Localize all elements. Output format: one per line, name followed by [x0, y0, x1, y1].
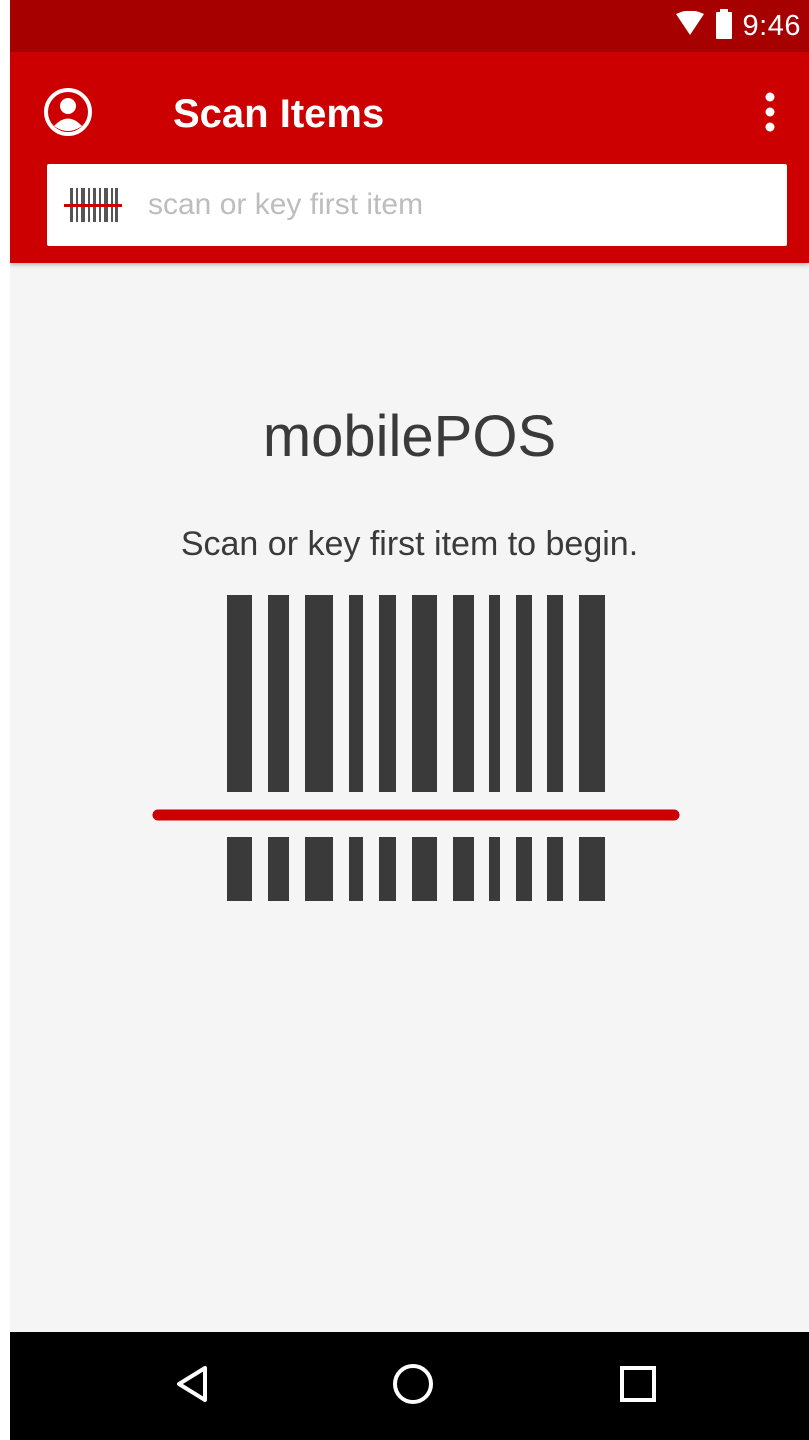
recents-button[interactable] — [608, 1356, 668, 1416]
overflow-menu-button[interactable] — [753, 90, 787, 138]
back-button[interactable] — [163, 1356, 223, 1416]
barcode-scan-icon[interactable] — [64, 185, 122, 225]
screen: 9:46 Scan Items scan or key first item m… — [10, 0, 809, 1440]
search-input[interactable] — [146, 174, 750, 236]
instruction-text: Scan or key first item to begin. — [180, 525, 639, 563]
main-content: mobilePOS Scan or key first item to begi… — [10, 263, 809, 1332]
search-box[interactable] — [47, 164, 787, 246]
recents-icon — [618, 1364, 658, 1409]
back-icon — [173, 1364, 213, 1409]
account-button[interactable] — [42, 87, 94, 142]
account-circle-icon — [43, 87, 93, 142]
barcode-scanner-illustration — [150, 593, 690, 913]
app-bar: Scan Items — [10, 52, 809, 263]
brand-title: mobilePOS — [262, 404, 557, 469]
home-icon — [391, 1362, 435, 1411]
wifi-icon — [675, 10, 705, 42]
navigation-bar — [10, 1332, 809, 1440]
more-vert-icon — [764, 92, 776, 137]
battery-icon — [715, 8, 733, 44]
status-bar: 9:46 — [10, 0, 809, 52]
status-icons: 9:46 — [675, 0, 801, 52]
home-button[interactable] — [383, 1356, 443, 1416]
page-title: Scan Items — [173, 92, 385, 136]
status-time: 9:46 — [742, 9, 801, 42]
